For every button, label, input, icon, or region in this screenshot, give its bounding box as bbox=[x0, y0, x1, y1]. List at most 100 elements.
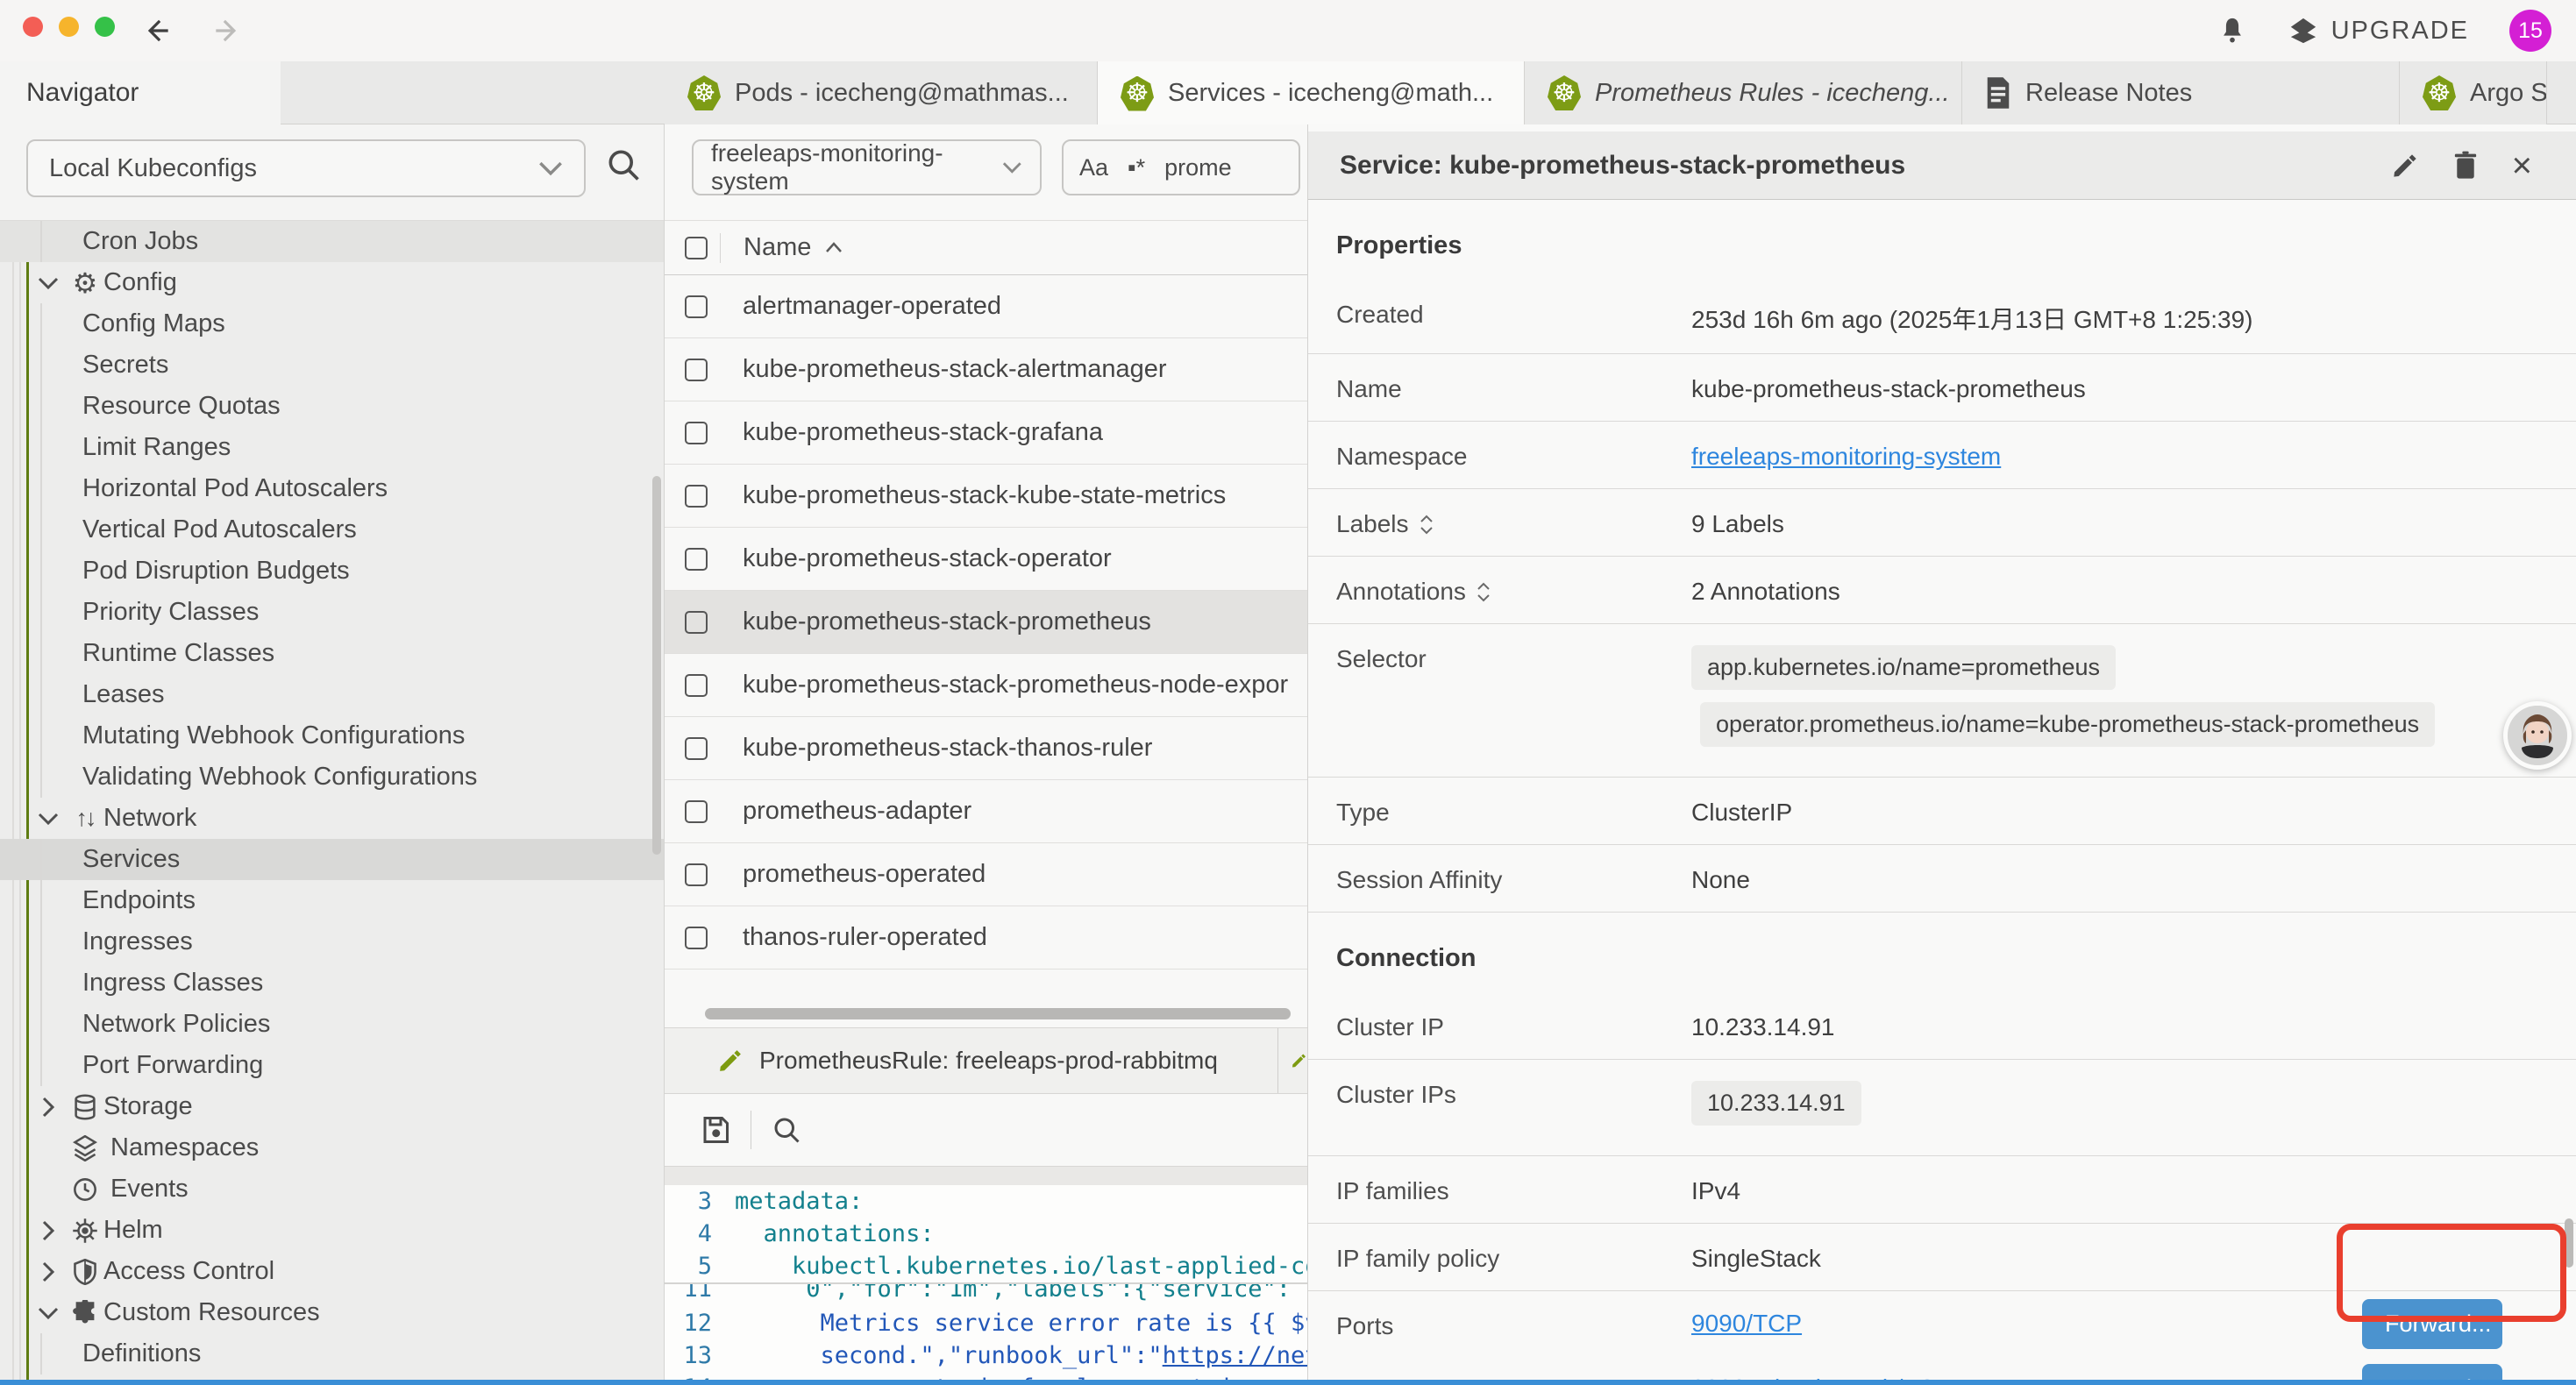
sort-toggle-icon[interactable] bbox=[1420, 515, 1434, 535]
sidebar-item-validating-webhook-configurations[interactable]: Validating Webhook Configurations bbox=[0, 756, 664, 798]
horizontal-scrollbar[interactable] bbox=[705, 1008, 1291, 1019]
sidebar-item-vertical-pod-autoscalers[interactable]: Vertical Pod Autoscalers bbox=[0, 509, 664, 550]
regex-toggle[interactable]: ▪* bbox=[1128, 154, 1145, 181]
row-checkbox[interactable] bbox=[685, 674, 708, 697]
minimize-window-button[interactable] bbox=[59, 17, 79, 37]
sidebar-item-ingresses[interactable]: Ingresses bbox=[0, 921, 664, 962]
table-row[interactable]: prometheus-adapter bbox=[665, 780, 1307, 843]
row-checkbox[interactable] bbox=[685, 611, 708, 634]
edit-pencil-icon[interactable] bbox=[2391, 152, 2419, 180]
sidebar-item-mutating-webhook-configurations[interactable]: Mutating Webhook Configurations bbox=[0, 715, 664, 756]
document-icon bbox=[1985, 77, 2011, 109]
sidebar-item-ingress-classes[interactable]: Ingress Classes bbox=[0, 962, 664, 1004]
table-row[interactable]: kube-prometheus-stack-grafana bbox=[665, 401, 1307, 465]
select-all-checkbox[interactable] bbox=[685, 237, 708, 259]
sidebar-item-custom-resources[interactable]: Custom Resources bbox=[0, 1292, 664, 1333]
forward-button[interactable]: Forward... bbox=[2362, 1364, 2502, 1381]
sidebar-item-services[interactable]: Services bbox=[0, 839, 664, 880]
navigator-panel-tab[interactable]: Navigator bbox=[0, 61, 281, 124]
table-row[interactable]: kube-prometheus-stack-prometheus-node-ex… bbox=[665, 654, 1307, 717]
sidebar-item-port-forwarding[interactable]: Port Forwarding bbox=[0, 1045, 664, 1086]
yaml-editor[interactable]: 3metadata:4 annotations:5 kubectl.kubern… bbox=[665, 1185, 1307, 1380]
namespace-link[interactable]: freeleaps-monitoring-system bbox=[1691, 443, 2001, 470]
sidebar-item-access-control[interactable]: Access Control bbox=[0, 1251, 664, 1292]
table-row[interactable]: prometheus-operated bbox=[665, 843, 1307, 906]
sidebar-item-storage[interactable]: Storage bbox=[0, 1086, 664, 1127]
row-checkbox[interactable] bbox=[685, 295, 708, 318]
table-row[interactable]: kube-prometheus-stack-thanos-ruler bbox=[665, 717, 1307, 780]
table-row[interactable]: alertmanager-operated bbox=[665, 275, 1307, 338]
sidebar-item-config-maps[interactable]: Config Maps bbox=[0, 303, 664, 344]
chevron-right-icon[interactable] bbox=[35, 1220, 61, 1241]
sidebar-item-cron-jobs[interactable]: Cron Jobs bbox=[0, 221, 664, 262]
detail-scrollbar[interactable] bbox=[2565, 1218, 2573, 1268]
row-checkbox[interactable] bbox=[685, 485, 708, 508]
sidebar-item-config[interactable]: ⚙Config bbox=[0, 262, 664, 303]
close-icon[interactable]: × bbox=[2512, 148, 2532, 183]
notifications-bell-icon[interactable] bbox=[2217, 15, 2247, 46]
chevron-right-icon[interactable] bbox=[35, 1261, 61, 1282]
editor-tab-partial[interactable] bbox=[1278, 1028, 1307, 1093]
forward-button[interactable]: Forward... bbox=[2362, 1299, 2502, 1349]
sidebar-item-network[interactable]: ↑↓Network bbox=[0, 798, 664, 839]
tab-4[interactable]: Release Notes bbox=[1962, 61, 2400, 124]
chevron-down-icon[interactable] bbox=[35, 812, 61, 826]
row-checkbox[interactable] bbox=[685, 863, 708, 886]
tab-3[interactable]: ☸Prometheus Rules - icecheng... bbox=[1525, 61, 1962, 124]
match-case-toggle[interactable]: Aa bbox=[1079, 154, 1108, 181]
table-row[interactable]: kube-prometheus-stack-prometheus bbox=[665, 591, 1307, 654]
back-icon[interactable] bbox=[140, 14, 174, 47]
row-checkbox[interactable] bbox=[685, 422, 708, 444]
upgrade-button[interactable]: UPGRADE bbox=[2288, 16, 2469, 46]
maximize-window-button[interactable] bbox=[95, 17, 115, 37]
sidebar-item-horizontal-pod-autoscalers[interactable]: Horizontal Pod Autoscalers bbox=[0, 468, 664, 509]
chevron-down-icon[interactable] bbox=[35, 276, 61, 290]
port-link[interactable]: 9090/TCP bbox=[1691, 1310, 1802, 1338]
user-avatar[interactable] bbox=[2503, 701, 2572, 770]
table-row[interactable]: kube-prometheus-stack-alertmanager bbox=[665, 338, 1307, 401]
sidebar-scrollbar[interactable] bbox=[652, 476, 661, 855]
kubeconfig-selector[interactable]: Local Kubeconfigs bbox=[26, 139, 586, 197]
sidebar-item-priority-classes[interactable]: Priority Classes bbox=[0, 592, 664, 633]
sort-ascending-icon[interactable] bbox=[825, 242, 843, 253]
sidebar-item-resource-quotas[interactable]: Resource Quotas bbox=[0, 386, 664, 427]
editor-tab[interactable]: PrometheusRule: freeleaps-prod-rabbitmq bbox=[665, 1028, 1278, 1093]
code-link[interactable]: https://net bbox=[1163, 1342, 1307, 1369]
delete-trash-icon[interactable] bbox=[2452, 151, 2479, 181]
forward-icon[interactable] bbox=[210, 14, 244, 47]
sidebar-item-limit-ranges[interactable]: Limit Ranges bbox=[0, 427, 664, 468]
tab-1[interactable]: ☸Pods - icecheng@mathmas... bbox=[665, 61, 1098, 124]
sidebar-item-events[interactable]: Events bbox=[0, 1168, 664, 1210]
save-icon[interactable] bbox=[700, 1114, 731, 1146]
sidebar-item-endpoints[interactable]: Endpoints bbox=[0, 880, 664, 921]
table-row[interactable]: kube-prometheus-stack-operator bbox=[665, 528, 1307, 591]
list-search-input[interactable]: Aa ▪* prome bbox=[1062, 139, 1300, 195]
sidebar-item-leases[interactable]: Leases bbox=[0, 674, 664, 715]
table-row[interactable]: thanos-ruler-operated bbox=[665, 906, 1307, 970]
row-checkbox[interactable] bbox=[685, 548, 708, 571]
row-checkbox[interactable] bbox=[685, 800, 708, 823]
close-window-button[interactable] bbox=[23, 17, 43, 37]
row-checkbox[interactable] bbox=[685, 359, 708, 381]
sidebar-item-definitions[interactable]: Definitions bbox=[0, 1333, 664, 1374]
chevron-down-icon[interactable] bbox=[35, 1306, 61, 1320]
sidebar-item-network-policies[interactable]: Network Policies bbox=[0, 1004, 664, 1045]
sidebar-item-helm[interactable]: Helm bbox=[0, 1210, 664, 1251]
row-checkbox[interactable] bbox=[685, 737, 708, 760]
sidebar-item-runtime-classes[interactable]: Runtime Classes bbox=[0, 633, 664, 674]
table-row[interactable]: kube-prometheus-stack-kube-state-metrics bbox=[665, 465, 1307, 528]
sidebar-item-label: Limit Ranges bbox=[82, 433, 231, 462]
namespace-filter-select[interactable]: freeleaps-monitoring-system bbox=[692, 139, 1042, 195]
chevron-right-icon[interactable] bbox=[35, 1097, 61, 1118]
sidebar-item-pod-disruption-budgets[interactable]: Pod Disruption Budgets bbox=[0, 550, 664, 592]
tab-2[interactable]: ☸Services - icecheng@math...× bbox=[1098, 61, 1525, 125]
row-checkbox[interactable] bbox=[685, 927, 708, 949]
name-column-header[interactable]: Name bbox=[744, 233, 811, 262]
sidebar-item-namespaces[interactable]: Namespaces bbox=[0, 1127, 664, 1168]
editor-search-icon[interactable] bbox=[771, 1114, 802, 1146]
navigator-search-icon[interactable] bbox=[604, 146, 643, 184]
notification-count-badge[interactable]: 15 bbox=[2509, 10, 2551, 52]
sort-toggle-icon[interactable] bbox=[1477, 582, 1491, 602]
tab-5[interactable]: ☸Argo Se bbox=[2400, 61, 2547, 124]
sidebar-item-secrets[interactable]: Secrets bbox=[0, 344, 664, 386]
